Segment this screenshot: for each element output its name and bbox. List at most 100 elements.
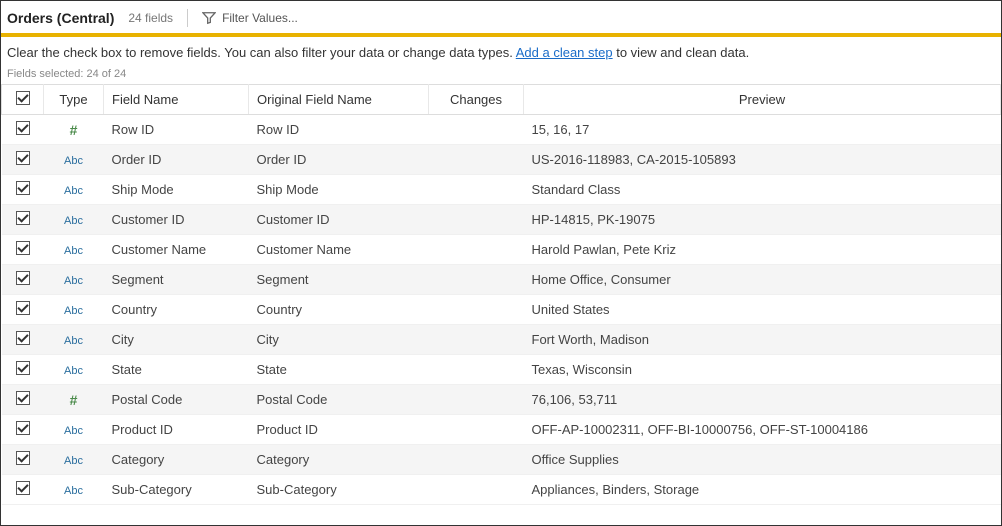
field-name-cell[interactable]: Customer Name — [104, 235, 249, 265]
header-original-field-name[interactable]: Original Field Name — [249, 85, 429, 115]
row-checkbox[interactable] — [16, 301, 30, 315]
string-type-icon[interactable]: Abc — [62, 275, 86, 287]
field-name-cell[interactable]: City — [104, 325, 249, 355]
field-name-cell[interactable]: Row ID — [104, 115, 249, 145]
preview-cell: Harold Pawlan, Pete Kriz — [524, 235, 1001, 265]
header-bar: Orders (Central) 24 fields Filter Values… — [1, 1, 1001, 37]
preview-cell: OFF-AP-10002311, OFF-BI-10000756, OFF-ST… — [524, 415, 1001, 445]
header-changes[interactable]: Changes — [429, 85, 524, 115]
table-row: Abc CityCity Fort Worth, Madison — [2, 325, 1001, 355]
header-checkbox-cell — [2, 85, 44, 115]
changes-cell — [429, 325, 524, 355]
changes-cell — [429, 445, 524, 475]
field-name-cell[interactable]: Ship Mode — [104, 175, 249, 205]
row-checkbox[interactable] — [16, 331, 30, 345]
string-type-icon[interactable]: Abc — [62, 245, 86, 257]
original-field-name-cell: City — [249, 325, 429, 355]
changes-cell — [429, 295, 524, 325]
separator — [187, 9, 188, 27]
changes-cell — [429, 415, 524, 445]
string-type-icon[interactable]: Abc — [62, 485, 86, 497]
row-checkbox[interactable] — [16, 481, 30, 495]
row-checkbox[interactable] — [16, 391, 30, 405]
preview-cell: 15, 16, 17 — [524, 115, 1001, 145]
string-type-icon[interactable]: Abc — [62, 305, 86, 317]
changes-cell — [429, 355, 524, 385]
string-type-icon[interactable]: Abc — [62, 365, 86, 377]
add-clean-step-link[interactable]: Add a clean step — [516, 45, 613, 60]
original-field-name-cell: Sub-Category — [249, 475, 429, 505]
table-row: AbcCategoryCategoryOffice Supplies — [2, 445, 1001, 475]
row-checkbox[interactable] — [16, 241, 30, 255]
filter-values-label: Filter Values... — [222, 11, 298, 25]
filter-icon — [202, 11, 216, 25]
row-checkbox[interactable] — [16, 151, 30, 165]
table-row: Abc Product IDProduct ID OFF-AP-10002311, … — [2, 415, 1001, 445]
preview-cell: HP-14815, PK-19075 — [524, 205, 1001, 235]
original-field-name-cell: Country — [249, 295, 429, 325]
number-type-icon[interactable]: # — [62, 392, 86, 408]
row-checkbox[interactable] — [16, 421, 30, 435]
preview-cell: Texas, Wisconsin — [524, 355, 1001, 385]
string-type-icon[interactable]: Abc — [62, 335, 86, 347]
hint-bar: Clear the check box to remove fields. Yo… — [1, 37, 1001, 68]
field-name-cell[interactable]: Sub-Category — [104, 475, 249, 505]
original-field-name-cell: Customer ID — [249, 205, 429, 235]
string-type-icon[interactable]: Abc — [62, 155, 86, 167]
fields-table: Type Field Name Original Field Name Chan… — [1, 84, 1001, 505]
fields-count: 24 fields — [128, 11, 173, 25]
original-field-name-cell: Postal Code — [249, 385, 429, 415]
changes-cell — [429, 265, 524, 295]
preview-cell: Home Office, Consumer — [524, 265, 1001, 295]
filter-values-button[interactable]: Filter Values... — [202, 11, 298, 25]
table-row: AbcOrder IDOrder IDUS-2016-118983, CA-20… — [2, 145, 1001, 175]
table-row: # Row IDRow ID 15, 16, 17 — [2, 115, 1001, 145]
field-name-cell[interactable]: Segment — [104, 265, 249, 295]
preview-cell: Appliances, Binders, Storage — [524, 475, 1001, 505]
string-type-icon[interactable]: Abc — [62, 455, 86, 467]
page-title: Orders (Central) — [7, 10, 114, 26]
row-checkbox[interactable] — [16, 451, 30, 465]
string-type-icon[interactable]: Abc — [62, 425, 86, 437]
original-field-name-cell: Customer Name — [249, 235, 429, 265]
fields-selected-label: Fields selected: 24 of 24 — [1, 68, 1001, 84]
table-row: AbcSegmentSegmentHome Office, Consumer — [2, 265, 1001, 295]
changes-cell — [429, 235, 524, 265]
header-field-name[interactable]: Field Name — [104, 85, 249, 115]
field-name-cell[interactable]: Customer ID — [104, 205, 249, 235]
table-row: # Postal CodePostal Code 76,106, 53,711 — [2, 385, 1001, 415]
field-name-cell[interactable]: Category — [104, 445, 249, 475]
string-type-icon[interactable]: Abc — [62, 185, 86, 197]
table-row: AbcShip ModeShip ModeStandard Class — [2, 175, 1001, 205]
original-field-name-cell: Product ID — [249, 415, 429, 445]
original-field-name-cell: Order ID — [249, 145, 429, 175]
row-checkbox[interactable] — [16, 211, 30, 225]
changes-cell — [429, 175, 524, 205]
field-name-cell[interactable]: State — [104, 355, 249, 385]
hint-prefix: Clear the check box to remove fields. Yo… — [7, 45, 516, 60]
table-row: AbcCountryCountryUnited States — [2, 295, 1001, 325]
changes-cell — [429, 205, 524, 235]
number-type-icon[interactable]: # — [62, 122, 86, 138]
original-field-name-cell: Row ID — [249, 115, 429, 145]
row-checkbox[interactable] — [16, 181, 30, 195]
field-name-cell[interactable]: Postal Code — [104, 385, 249, 415]
changes-cell — [429, 385, 524, 415]
field-name-cell[interactable]: Country — [104, 295, 249, 325]
preview-cell: 76,106, 53,711 — [524, 385, 1001, 415]
row-checkbox[interactable] — [16, 271, 30, 285]
original-field-name-cell: Category — [249, 445, 429, 475]
row-checkbox[interactable] — [16, 361, 30, 375]
field-name-cell[interactable]: Product ID — [104, 415, 249, 445]
header-type[interactable]: Type — [44, 85, 104, 115]
header-preview[interactable]: Preview — [524, 85, 1001, 115]
string-type-icon[interactable]: Abc — [62, 215, 86, 227]
preview-cell: Fort Worth, Madison — [524, 325, 1001, 355]
original-field-name-cell: State — [249, 355, 429, 385]
table-row: Abc Sub-CategorySub-Category Appliances, B… — [2, 475, 1001, 505]
table-header-row: Type Field Name Original Field Name Chan… — [2, 85, 1001, 115]
select-all-checkbox[interactable] — [16, 91, 30, 105]
row-checkbox[interactable] — [16, 121, 30, 135]
table-row: Abc StateState Texas, Wisconsin — [2, 355, 1001, 385]
field-name-cell[interactable]: Order ID — [104, 145, 249, 175]
